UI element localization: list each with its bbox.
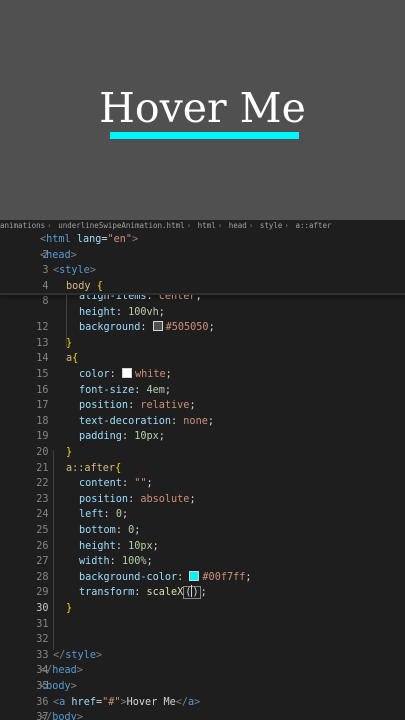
breadcrumb-item[interactable]: underlineSwipeAnimation.html xyxy=(58,221,184,230)
breadcrumb-item[interactable]: a::after xyxy=(295,221,331,230)
code-line[interactable]: 32 xyxy=(0,617,405,645)
hover-me-link[interactable]: Hover Me xyxy=(0,82,405,134)
browser-preview: Hover Me xyxy=(0,0,405,222)
code-line[interactable]: 12 height: 100vh; xyxy=(0,305,405,334)
code-line[interactable]: 25 left: 0; xyxy=(0,507,405,536)
code-line[interactable]: 29 background-color: #00f7ff; xyxy=(0,570,405,598)
code-line[interactable]: 16 color: white; xyxy=(0,367,405,396)
breadcrumb-item[interactable]: style xyxy=(260,221,283,230)
code-line[interactable]: 38 </body> xyxy=(0,710,405,720)
text-cursor xyxy=(191,585,193,598)
code-line-active[interactable]: 30 transform: scaleX(); xyxy=(0,585,405,614)
color-swatch[interactable] xyxy=(189,570,200,581)
code-editor[interactable]: animations › underlineSwipeAnimation.html… xyxy=(0,220,405,720)
breadcrumb: animations › underlineSwipeAnimation.html… xyxy=(0,220,405,231)
code-line[interactable]: 33 xyxy=(0,632,405,661)
code-line[interactable]: 21 } xyxy=(0,445,405,474)
code-line[interactable]: 28 width: 100%; xyxy=(0,554,405,583)
code-line[interactable]: 26 bottom: 0; xyxy=(0,523,405,552)
code-line[interactable]: 18 position: relative; xyxy=(0,398,405,427)
link-underline xyxy=(110,132,299,139)
code-line[interactable]: 17 font-size: 4em; xyxy=(0,383,405,412)
code-line[interactable]: 20 padding: 10px; xyxy=(0,429,405,458)
code-line[interactable]: 22 a::after{ xyxy=(0,461,405,490)
breadcrumb-item[interactable]: animations xyxy=(0,221,45,230)
code-line[interactable]: 37 <a href="#">Hover Me</a> xyxy=(0,695,405,720)
breadcrumb-item[interactable]: head xyxy=(229,221,247,230)
breadcrumb-item[interactable]: html xyxy=(198,221,216,230)
code-line[interactable]: 27 height: 10px; xyxy=(0,539,405,568)
code-line[interactable]: 23 content: ""; xyxy=(0,476,405,505)
chevron-right-icon: › xyxy=(186,221,192,230)
chevron-right-icon: › xyxy=(248,221,254,230)
code-line[interactable]: 24 position: absolute; xyxy=(0,492,405,521)
sticky-line[interactable]: 4 <style> xyxy=(0,263,405,292)
color-swatch[interactable] xyxy=(121,368,132,378)
code-line[interactable]: 19 text-decoration: none; xyxy=(0,414,405,443)
sticky-line[interactable]: 2 <html lang="en"> xyxy=(0,232,405,261)
code-line[interactable]: 35 </head> xyxy=(0,663,405,692)
chevron-right-icon: › xyxy=(47,221,52,230)
code-line[interactable]: 15 a{ xyxy=(0,351,405,380)
color-swatch[interactable] xyxy=(152,321,163,332)
code-line[interactable]: 31 } xyxy=(0,601,405,630)
sticky-line[interactable]: 3 <head> xyxy=(0,248,405,277)
code-line[interactable]: 34 </style> xyxy=(0,648,405,677)
code-line[interactable]: 14 } xyxy=(0,336,405,365)
sticky-scroll-shadow xyxy=(0,293,405,295)
code-line[interactable]: 36 <body> xyxy=(0,679,405,708)
chevron-right-icon: › xyxy=(284,221,289,230)
bracket-highlight: () xyxy=(183,585,201,600)
chevron-right-icon: › xyxy=(217,221,223,230)
code-line[interactable]: 13 background: #505050; xyxy=(0,320,405,349)
